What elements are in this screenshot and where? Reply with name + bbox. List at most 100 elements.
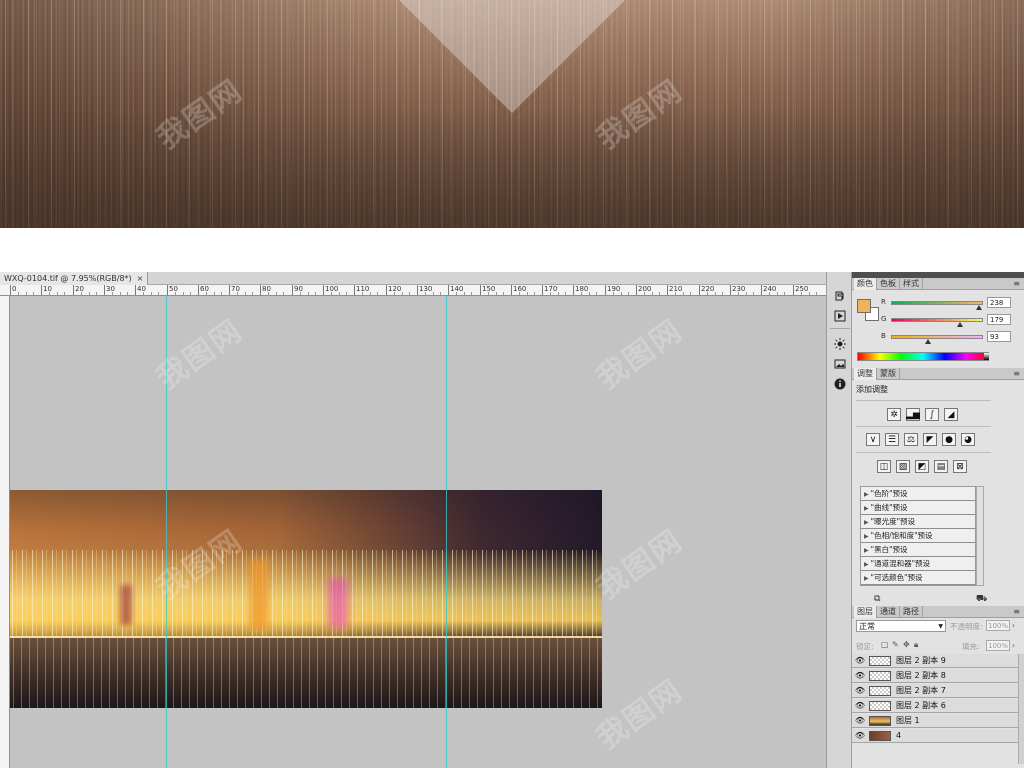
ruler-minor-tick bbox=[440, 292, 441, 295]
ruler-minor-tick bbox=[753, 292, 754, 295]
opacity-field[interactable]: 100% bbox=[986, 620, 1010, 631]
play-actions-icon[interactable] bbox=[832, 309, 848, 323]
blend-mode-select[interactable]: 正常 ▼ bbox=[856, 620, 946, 632]
brightness-contrast-icon[interactable]: ✲ bbox=[887, 408, 901, 421]
green-value-field[interactable]: 179 bbox=[987, 314, 1011, 325]
black-white-icon[interactable]: ◤ bbox=[923, 433, 937, 446]
canvas-artwork[interactable] bbox=[10, 490, 602, 708]
visibility-eye-icon[interactable]: 👁︎ bbox=[854, 656, 866, 666]
channel-mixer-icon[interactable]: ◕ bbox=[961, 433, 975, 446]
expand-arrow-icon[interactable]: ▶ bbox=[864, 561, 869, 568]
hue-saturation-icon[interactable]: ☰ bbox=[885, 433, 899, 446]
tab-layers[interactable]: 图层 bbox=[854, 606, 877, 618]
chevron-right-icon[interactable]: › bbox=[1012, 621, 1015, 630]
preset-channel-mixer[interactable]: ▶ "通道混和器"预设 bbox=[861, 557, 975, 571]
tab-paths[interactable]: 路径 bbox=[900, 606, 923, 618]
red-slider-track[interactable] bbox=[891, 301, 983, 305]
curves-icon[interactable]: ∫ bbox=[925, 408, 939, 421]
red-slider-knob[interactable] bbox=[976, 305, 982, 310]
color-spectrum-bar[interactable] bbox=[857, 352, 989, 361]
tab-color[interactable]: 颜色 bbox=[854, 278, 877, 290]
blue-value-field[interactable]: 93 bbox=[987, 331, 1011, 342]
navigator-icon[interactable] bbox=[832, 357, 848, 371]
chevron-right-icon[interactable]: › bbox=[1012, 641, 1015, 650]
blue-slider-track[interactable] bbox=[891, 335, 983, 339]
info-icon[interactable] bbox=[832, 377, 848, 391]
expand-arrow-icon[interactable]: ▶ bbox=[864, 547, 869, 554]
fill-field[interactable]: 100% bbox=[986, 640, 1010, 651]
guide-line[interactable] bbox=[166, 296, 167, 768]
layer-row[interactable]: 👁︎ 图层 2 副本 8 bbox=[852, 669, 1018, 683]
ruler-minor-tick bbox=[519, 292, 520, 295]
ruler-minor-tick bbox=[409, 292, 410, 295]
tab-adjustments[interactable]: 调整 bbox=[854, 368, 877, 380]
tab-styles[interactable]: 样式 bbox=[900, 278, 923, 290]
visibility-eye-icon[interactable]: 👁︎ bbox=[854, 716, 866, 726]
ruler-minor-tick bbox=[252, 292, 253, 295]
threshold-icon[interactable]: ◩ bbox=[915, 460, 929, 473]
expand-arrow-icon[interactable]: ▶ bbox=[864, 505, 869, 512]
layer-thumbnail bbox=[869, 731, 891, 741]
levels-icon[interactable]: ▂▅ bbox=[906, 408, 920, 421]
expand-arrow-icon[interactable]: ▶ bbox=[864, 519, 869, 526]
panel-menu-icon[interactable]: ≡ bbox=[1013, 369, 1020, 378]
lock-position-icon[interactable]: ✥ bbox=[903, 640, 910, 649]
layers-scrollbar[interactable] bbox=[1018, 654, 1024, 764]
expand-arrow-icon[interactable]: ▶ bbox=[864, 575, 869, 582]
panel-menu-icon[interactable]: ≡ bbox=[1013, 607, 1020, 616]
layers-history-icon[interactable] bbox=[832, 289, 848, 303]
foreground-color-swatch[interactable] bbox=[857, 299, 871, 313]
tab-channels[interactable]: 通道 bbox=[877, 606, 900, 618]
gradient-map-icon[interactable]: ▤ bbox=[934, 460, 948, 473]
exposure-icon[interactable]: ◢ bbox=[944, 408, 958, 421]
guide-line[interactable] bbox=[446, 296, 447, 768]
visibility-eye-icon[interactable]: 👁︎ bbox=[854, 686, 866, 696]
expand-arrow-icon[interactable]: ▶ bbox=[864, 491, 869, 498]
lock-all-icon[interactable]: 🔒︎ bbox=[914, 640, 918, 650]
preset-exposure[interactable]: ▶ "曝光度"预设 bbox=[861, 515, 975, 529]
visibility-eye-icon[interactable]: 👁︎ bbox=[854, 671, 866, 681]
invert-icon[interactable]: ◫ bbox=[877, 460, 891, 473]
lock-transparency-icon[interactable]: ▢ bbox=[881, 640, 889, 649]
ruler-minor-tick bbox=[81, 292, 82, 295]
posterize-icon[interactable]: ▨ bbox=[896, 460, 910, 473]
expand-arrow-icon[interactable]: ▶ bbox=[864, 533, 869, 540]
green-slider-knob[interactable] bbox=[957, 322, 963, 327]
panel-menu-icon[interactable]: ≡ bbox=[1013, 279, 1020, 288]
create-preset-icon[interactable]: ⛟ bbox=[976, 594, 987, 605]
document-tab[interactable]: WXQ-0104.tif @ 7.95%(RGB/8*) × bbox=[0, 272, 149, 285]
ruler-minor-tick bbox=[722, 292, 723, 295]
preset-levels[interactable]: ▶ "色阶"预设 bbox=[861, 487, 975, 501]
ruler-minor-tick bbox=[190, 292, 191, 295]
clip-to-layer-icon[interactable]: ⧉ bbox=[874, 594, 880, 604]
lock-paint-icon[interactable]: ✎ bbox=[892, 640, 899, 649]
presets-scrollbar[interactable] bbox=[976, 486, 984, 586]
ruler-major-tick bbox=[10, 285, 11, 295]
tab-swatches[interactable]: 色板 bbox=[877, 278, 900, 290]
visibility-eye-icon[interactable]: 👁︎ bbox=[854, 731, 866, 741]
close-icon[interactable]: × bbox=[137, 274, 144, 283]
color-balance-icon[interactable]: ⚖ bbox=[904, 433, 918, 446]
layer-row[interactable]: 👁︎ 4 bbox=[852, 729, 1018, 743]
vibrance-icon[interactable]: ∨ bbox=[866, 433, 880, 446]
ruler-minor-tick bbox=[206, 292, 207, 295]
preset-black-white[interactable]: ▶ "黑白"预设 bbox=[861, 543, 975, 557]
green-slider-track[interactable] bbox=[891, 318, 983, 322]
photo-filter-icon[interactable]: ● bbox=[942, 433, 956, 446]
red-value-field[interactable]: 238 bbox=[987, 297, 1011, 308]
layer-row[interactable]: 👁︎ 图层 2 副本 7 bbox=[852, 684, 1018, 698]
preset-curves[interactable]: ▶ "曲线"预设 bbox=[861, 501, 975, 515]
green-channel-label: G bbox=[881, 315, 887, 323]
preset-hue-saturation[interactable]: ▶ "色相/饱和度"预设 bbox=[861, 529, 975, 543]
preset-selective-color[interactable]: ▶ "可选颜色"预设 bbox=[861, 571, 975, 585]
brightness-adjust-icon[interactable] bbox=[832, 337, 848, 351]
canvas-area[interactable] bbox=[10, 296, 826, 768]
layer-row[interactable]: 👁︎ 图层 2 副本 9 bbox=[852, 654, 1018, 668]
selective-color-icon[interactable]: ⊠ bbox=[953, 460, 967, 473]
blue-slider-knob[interactable] bbox=[925, 339, 931, 344]
layer-row[interactable]: 👁︎ 图层 2 副本 6 bbox=[852, 699, 1018, 713]
layer-row[interactable]: 👁︎ 图层 1 bbox=[852, 714, 1018, 728]
tab-masks[interactable]: 蒙版 bbox=[877, 368, 900, 380]
visibility-eye-icon[interactable]: 👁︎ bbox=[854, 701, 866, 711]
black-white-ramp[interactable] bbox=[984, 353, 989, 360]
